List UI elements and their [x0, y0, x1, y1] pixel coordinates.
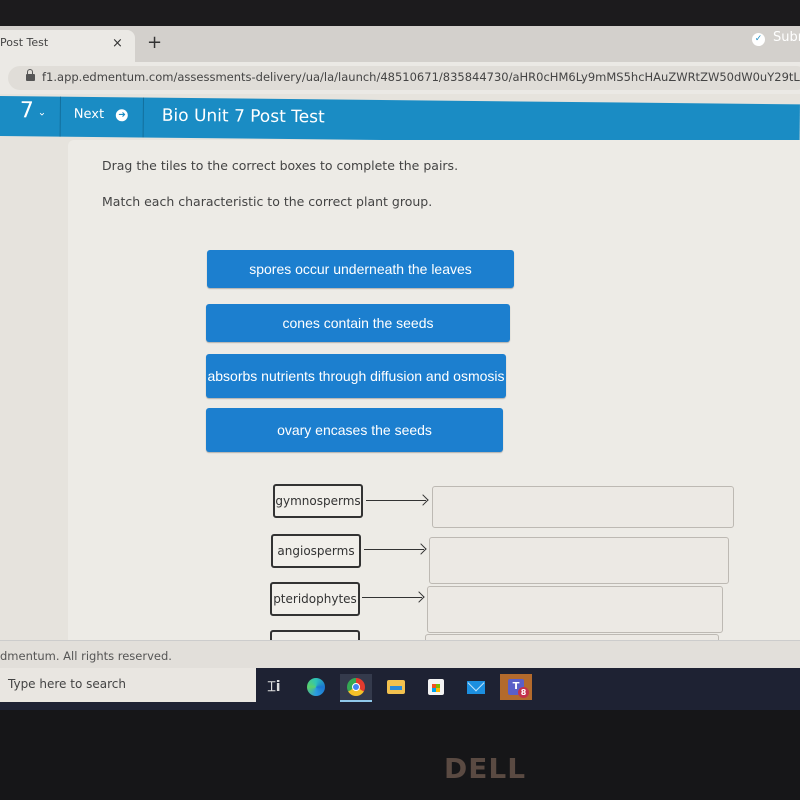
drop-box-gymnosperms[interactable]	[432, 486, 734, 528]
tile-text: spores occur underneath the leaves	[249, 261, 472, 277]
pair-label-pteridophytes: pteridophytes	[270, 582, 360, 616]
tile-text: absorbs nutrients through diffusion and …	[207, 368, 505, 384]
search-placeholder: Type here to search	[8, 677, 126, 691]
assessment-header: 7 ⌄ Next ➜ Bio Unit 7 Post Test	[0, 96, 800, 145]
question-number[interactable]: 7	[20, 98, 34, 123]
url-text[interactable]: f1.app.edmentum.com/assessments-delivery…	[42, 70, 800, 84]
task-view-button[interactable]: ⌶i	[258, 674, 290, 700]
browser-tab-strip: Post Test × +	[0, 26, 800, 62]
file-explorer-button[interactable]	[380, 674, 412, 700]
lock-icon[interactable]	[26, 69, 35, 82]
dell-logo: DELL	[444, 752, 527, 785]
arrow-right-icon	[366, 500, 426, 501]
drag-tile[interactable]: spores occur underneath the leaves	[207, 250, 514, 288]
submit-label: Submit	[773, 30, 800, 45]
mail-icon	[467, 680, 485, 694]
page-footer: dmentum. All rights reserved.	[0, 640, 800, 671]
teams-button[interactable]: T8	[500, 674, 532, 700]
copyright-text: dmentum. All rights reserved.	[0, 649, 172, 663]
chevron-down-icon[interactable]: ⌄	[38, 107, 47, 118]
url-field[interactable]: f1.app.edmentum.com/assessments-delivery…	[8, 66, 800, 90]
divider	[142, 97, 144, 138]
arrow-right-icon	[364, 549, 424, 550]
arrow-right-icon	[362, 597, 422, 598]
tile-text: ovary encases the seeds	[277, 422, 432, 438]
chrome-icon	[347, 678, 365, 696]
bezel-top	[0, 0, 800, 28]
drag-tile[interactable]: cones contain the seeds	[206, 304, 510, 342]
instruction-drag: Drag the tiles to the correct boxes to c…	[102, 158, 459, 173]
teams-icon: T8	[508, 679, 529, 698]
task-view-icon: ⌶i	[267, 679, 281, 695]
new-tab-button[interactable]: +	[147, 34, 162, 52]
address-bar: f1.app.edmentum.com/assessments-delivery…	[0, 62, 800, 94]
next-label: Next	[73, 106, 105, 123]
edge-button[interactable]	[300, 674, 332, 700]
mail-button[interactable]	[460, 674, 492, 700]
screen: Post Test × + f1.app.edmentum.com/assess…	[0, 0, 800, 710]
drag-tile[interactable]: ovary encases the seeds	[206, 408, 503, 452]
checkmark-icon: ✓	[752, 33, 765, 46]
store-icon	[428, 679, 444, 695]
test-title: Bio Unit 7 Post Test	[161, 105, 325, 128]
browser-tab[interactable]: Post Test ×	[0, 30, 135, 62]
taskbar: Type here to search ⌶i T8	[0, 668, 800, 710]
close-tab-icon[interactable]: ×	[112, 36, 123, 51]
tab-title: Post Test	[0, 36, 49, 49]
next-button[interactable]: Next ➜	[73, 106, 129, 123]
drag-tile[interactable]: absorbs nutrients through diffusion and …	[206, 354, 506, 398]
store-button[interactable]	[420, 674, 452, 700]
taskbar-search[interactable]: Type here to search	[0, 668, 256, 702]
divider	[59, 96, 61, 137]
drop-box-pteridophytes[interactable]	[427, 586, 723, 633]
tile-text: cones contain the seeds	[282, 315, 434, 331]
folder-icon	[387, 680, 405, 694]
pair-label-angiosperms: angiosperms	[271, 534, 361, 568]
instruction-match: Match each characteristic to the correct…	[102, 194, 433, 209]
pair-label-gymnosperms: gymnosperms	[273, 484, 363, 518]
laptop-bezel	[0, 710, 800, 800]
arrow-right-icon: ➜	[116, 109, 129, 122]
notification-badge: 8	[518, 687, 529, 698]
drop-box-angiosperms[interactable]	[429, 537, 729, 584]
chrome-button[interactable]	[340, 674, 372, 702]
submit-button[interactable]: ✓ Submit	[752, 30, 800, 46]
edge-icon	[307, 678, 325, 696]
